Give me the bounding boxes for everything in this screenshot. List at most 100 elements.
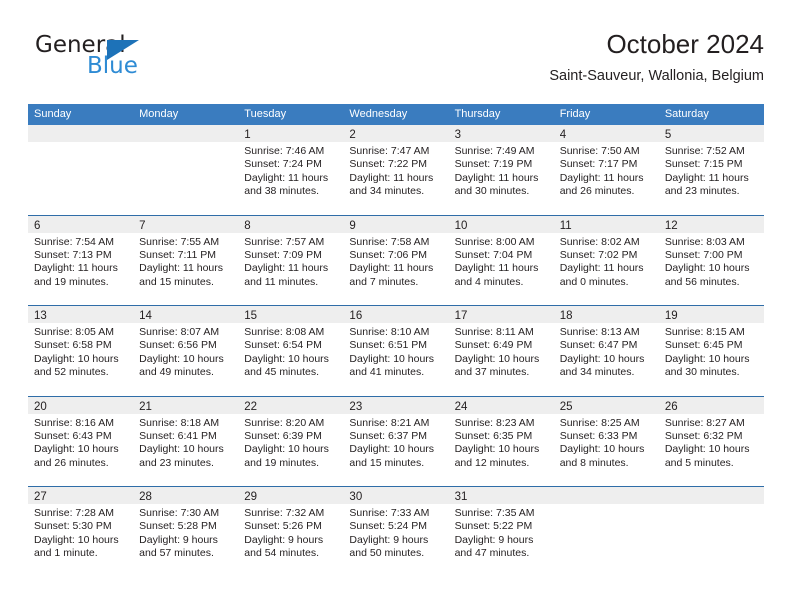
sunset-text: Sunset: 7:13 PM bbox=[34, 248, 112, 261]
calendar-week-row: 27 Sunrise: 7:28 AM Sunset: 5:30 PM Dayligh… bbox=[28, 486, 764, 577]
calendar-day-cell[interactable]: 7 Sunrise: 7:55 AM Sunset: 7:11 PM Daylight… bbox=[133, 215, 239, 305]
calendar-day-cell[interactable]: 16 Sunrise: 8:10 AM Sunset: 6:51 PM Dayligh… bbox=[343, 306, 449, 396]
weekday-header-row: Sunday Monday Tuesday Wednesday Thursday… bbox=[28, 104, 764, 125]
sunrise-text: Sunrise: 7:47 AM bbox=[349, 145, 430, 157]
day-sun-info: Sunrise: 7:28 AM Sunset: 5:30 PM Daylight:… bbox=[28, 504, 133, 561]
sunset-text: Sunset: 6:35 PM bbox=[454, 429, 533, 442]
sunset-text: Sunset: 7:19 PM bbox=[454, 158, 533, 171]
sunset-text: Sunset: 7:17 PM bbox=[559, 158, 638, 171]
calendar-day-cell[interactable]: 24 Sunrise: 8:23 AM Sunset: 6:35 PM Dayligh… bbox=[448, 396, 554, 486]
day-number: 21 bbox=[139, 400, 152, 413]
sunset-text: Sunset: 6:49 PM bbox=[454, 339, 533, 352]
calendar-day-cell[interactable]: 2 Sunrise: 7:47 AM Sunset: 7:22 PM Daylight… bbox=[343, 125, 449, 215]
daylight-text-line1: Daylight: 10 hours bbox=[139, 352, 224, 365]
calendar-day-cell[interactable]: 31 Sunrise: 7:35 AM Sunset: 5:22 PM Dayligh… bbox=[448, 487, 554, 577]
calendar-day-cell[interactable]: 15 Sunrise: 8:08 AM Sunset: 6:54 PM Dayligh… bbox=[238, 306, 344, 396]
calendar-day-cell[interactable]: 4 Sunrise: 7:50 AM Sunset: 7:17 PM Daylight… bbox=[553, 125, 659, 215]
calendar-day-cell[interactable]: 11 Sunrise: 8:02 AM Sunset: 7:02 PM Dayligh… bbox=[553, 215, 659, 305]
sunset-text: Sunset: 6:39 PM bbox=[244, 429, 322, 442]
daylight-text-line2: and 26 minutes. bbox=[34, 456, 109, 469]
calendar-weeks: 1 Sunrise: 7:46 AM Sunset: 7:24 PM Daylight… bbox=[28, 125, 764, 577]
calendar-day-cell-empty bbox=[658, 487, 764, 577]
day-sun-info: Sunrise: 8:27 AM Sunset: 6:32 PM Daylight:… bbox=[659, 414, 764, 471]
sunset-text: Sunset: 6:45 PM bbox=[664, 339, 743, 352]
day-number: 31 bbox=[454, 491, 468, 503]
calendar-day-cell[interactable]: 22 Sunrise: 8:20 AM Sunset: 6:39 PM Dayligh… bbox=[238, 396, 344, 486]
daylight-text-line2: and 5 minutes. bbox=[664, 456, 734, 469]
calendar-day-cell[interactable]: 10 Sunrise: 8:00 AM Sunset: 7:04 PM Dayligh… bbox=[448, 215, 554, 305]
calendar-day-cell[interactable]: 9 Sunrise: 7:58 AM Sunset: 7:06 PM Daylight… bbox=[343, 215, 449, 305]
calendar-day-cell[interactable]: 26 Sunrise: 8:27 AM Sunset: 6:32 PM Dayligh… bbox=[658, 396, 764, 486]
day-number-band: 5 bbox=[658, 125, 764, 142]
calendar-day-cell[interactable]: 12 Sunrise: 8:03 AM Sunset: 7:00 PM Dayligh… bbox=[658, 215, 764, 305]
daylight-text-line1: Daylight: 9 hours bbox=[349, 533, 429, 546]
daylight-text-line2: and 54 minutes. bbox=[244, 547, 319, 560]
calendar-day-cell[interactable]: 28 Sunrise: 7:30 AM Sunset: 5:28 PM Dayligh… bbox=[133, 487, 239, 577]
calendar-day-cell[interactable]: 29 Sunrise: 7:32 AM Sunset: 5:26 PM Dayligh… bbox=[238, 487, 344, 577]
calendar-day-cell[interactable]: 21 Sunrise: 8:18 AM Sunset: 6:41 PM Dayligh… bbox=[133, 396, 239, 486]
sunrise-text: Sunrise: 8:23 AM bbox=[454, 416, 535, 429]
day-number: 19 bbox=[664, 310, 678, 322]
daylight-text-line2: and 12 minutes. bbox=[454, 456, 530, 469]
daylight-text-line1: Daylight: 11 hours bbox=[244, 262, 329, 275]
weekday-friday: Friday bbox=[559, 108, 591, 120]
day-number: 11 bbox=[559, 219, 572, 232]
day-sun-info: Sunrise: 8:07 AM Sunset: 6:56 PM Daylight:… bbox=[133, 323, 238, 380]
calendar-day-cell[interactable]: 27 Sunrise: 7:28 AM Sunset: 5:30 PM Dayligh… bbox=[28, 487, 134, 577]
day-number-band: 16 bbox=[343, 306, 449, 323]
sunrise-text: Sunrise: 7:30 AM bbox=[139, 507, 220, 519]
calendar-day-cell[interactable]: 30 Sunrise: 7:33 AM Sunset: 5:24 PM Dayligh… bbox=[343, 487, 449, 577]
calendar-day-cell[interactable]: 25 Sunrise: 8:25 AM Sunset: 6:33 PM Dayligh… bbox=[553, 396, 659, 486]
weekday-saturday: Saturday bbox=[664, 108, 709, 120]
calendar-day-cell[interactable]: 14 Sunrise: 8:07 AM Sunset: 6:56 PM Dayligh… bbox=[133, 306, 239, 396]
day-sun-info: Sunrise: 8:23 AM Sunset: 6:35 PM Daylight:… bbox=[449, 414, 554, 471]
calendar-day-cell[interactable]: 17 Sunrise: 8:11 AM Sunset: 6:49 PM Dayligh… bbox=[448, 306, 554, 396]
sunset-text: Sunset: 7:11 PM bbox=[139, 248, 216, 261]
calendar-week-row: 20 Sunrise: 8:16 AM Sunset: 6:43 PM Dayligh… bbox=[28, 395, 764, 486]
calendar-day-cell-empty bbox=[553, 487, 659, 577]
calendar-week-row: 1 Sunrise: 7:46 AM Sunset: 7:24 PM Daylight… bbox=[28, 125, 764, 215]
sunrise-text: Sunrise: 7:28 AM bbox=[34, 507, 114, 519]
daylight-text-line2: and 23 minutes. bbox=[664, 185, 740, 198]
day-number: 13 bbox=[34, 310, 47, 322]
day-number-band: 4 bbox=[553, 125, 659, 142]
sunrise-text: Sunrise: 7:57 AM bbox=[244, 235, 325, 248]
daylight-text-line1: Daylight: 9 hours bbox=[454, 533, 534, 546]
daylight-text-line1: Daylight: 10 hours bbox=[349, 443, 435, 456]
calendar-day-cell[interactable]: 20 Sunrise: 8:16 AM Sunset: 6:43 PM Dayligh… bbox=[28, 396, 134, 486]
day-sun-info: Sunrise: 8:05 AM Sunset: 6:58 PM Daylight:… bbox=[28, 323, 133, 380]
calendar-day-cell[interactable]: 5 Sunrise: 7:52 AM Sunset: 7:15 PM Daylight… bbox=[658, 125, 764, 215]
sunset-text: Sunset: 5:24 PM bbox=[349, 520, 428, 533]
day-sun-info: Sunrise: 8:10 AM Sunset: 6:51 PM Daylight:… bbox=[343, 323, 448, 380]
calendar-week-row: 6 Sunrise: 7:54 AM Sunset: 7:13 PM Daylight… bbox=[28, 214, 764, 305]
day-sun-info: Sunrise: 8:11 AM Sunset: 6:49 PM Daylight:… bbox=[449, 323, 554, 380]
day-number: 20 bbox=[34, 400, 47, 413]
weekday-tuesday: Tuesday bbox=[244, 108, 287, 120]
day-number-band: 27 bbox=[28, 487, 134, 504]
daylight-text-line1: Daylight: 10 hours bbox=[34, 533, 119, 546]
sunrise-text: Sunrise: 7:50 AM bbox=[559, 145, 640, 157]
daylight-text-line1: Daylight: 10 hours bbox=[559, 443, 645, 456]
sunset-text: Sunset: 6:54 PM bbox=[244, 339, 322, 352]
day-sun-info: Sunrise: 8:18 AM Sunset: 6:41 PM Daylight:… bbox=[133, 414, 238, 471]
calendar-day-cell[interactable]: 23 Sunrise: 8:21 AM Sunset: 6:37 PM Dayligh… bbox=[343, 396, 449, 486]
calendar-day-cell[interactable]: 19 Sunrise: 8:15 AM Sunset: 6:45 PM Dayligh… bbox=[658, 306, 764, 396]
calendar-day-cell[interactable]: 6 Sunrise: 7:54 AM Sunset: 7:13 PM Daylight… bbox=[28, 215, 134, 305]
calendar-day-cell[interactable]: 8 Sunrise: 7:57 AM Sunset: 7:09 PM Daylight… bbox=[238, 215, 344, 305]
day-number-band: 20 bbox=[28, 396, 134, 414]
day-number: 25 bbox=[559, 400, 573, 413]
day-number: 1 bbox=[244, 129, 251, 141]
sunset-text: Sunset: 6:56 PM bbox=[139, 339, 217, 352]
day-sun-info: Sunrise: 7:49 AM Sunset: 7:19 PM Daylight:… bbox=[449, 142, 554, 199]
day-number: 18 bbox=[559, 310, 573, 322]
calendar-day-cell[interactable]: 13 Sunrise: 8:05 AM Sunset: 6:58 PM Dayligh… bbox=[28, 306, 134, 396]
calendar-day-cell-empty bbox=[28, 125, 134, 215]
sunrise-text: Sunrise: 8:11 AM bbox=[454, 326, 534, 338]
calendar-day-cell[interactable]: 1 Sunrise: 7:46 AM Sunset: 7:24 PM Daylight… bbox=[238, 125, 344, 215]
daylight-text-line2: and 19 minutes. bbox=[34, 275, 109, 288]
calendar-day-cell[interactable]: 3 Sunrise: 7:49 AM Sunset: 7:19 PM Daylight… bbox=[448, 125, 554, 215]
daylight-text-line2: and 30 minutes. bbox=[664, 366, 740, 379]
day-number-band: 22 bbox=[238, 396, 344, 414]
calendar-day-cell[interactable]: 18 Sunrise: 8:13 AM Sunset: 6:47 PM Dayligh… bbox=[553, 306, 659, 396]
weekday-wednesday: Wednesday bbox=[349, 108, 408, 120]
